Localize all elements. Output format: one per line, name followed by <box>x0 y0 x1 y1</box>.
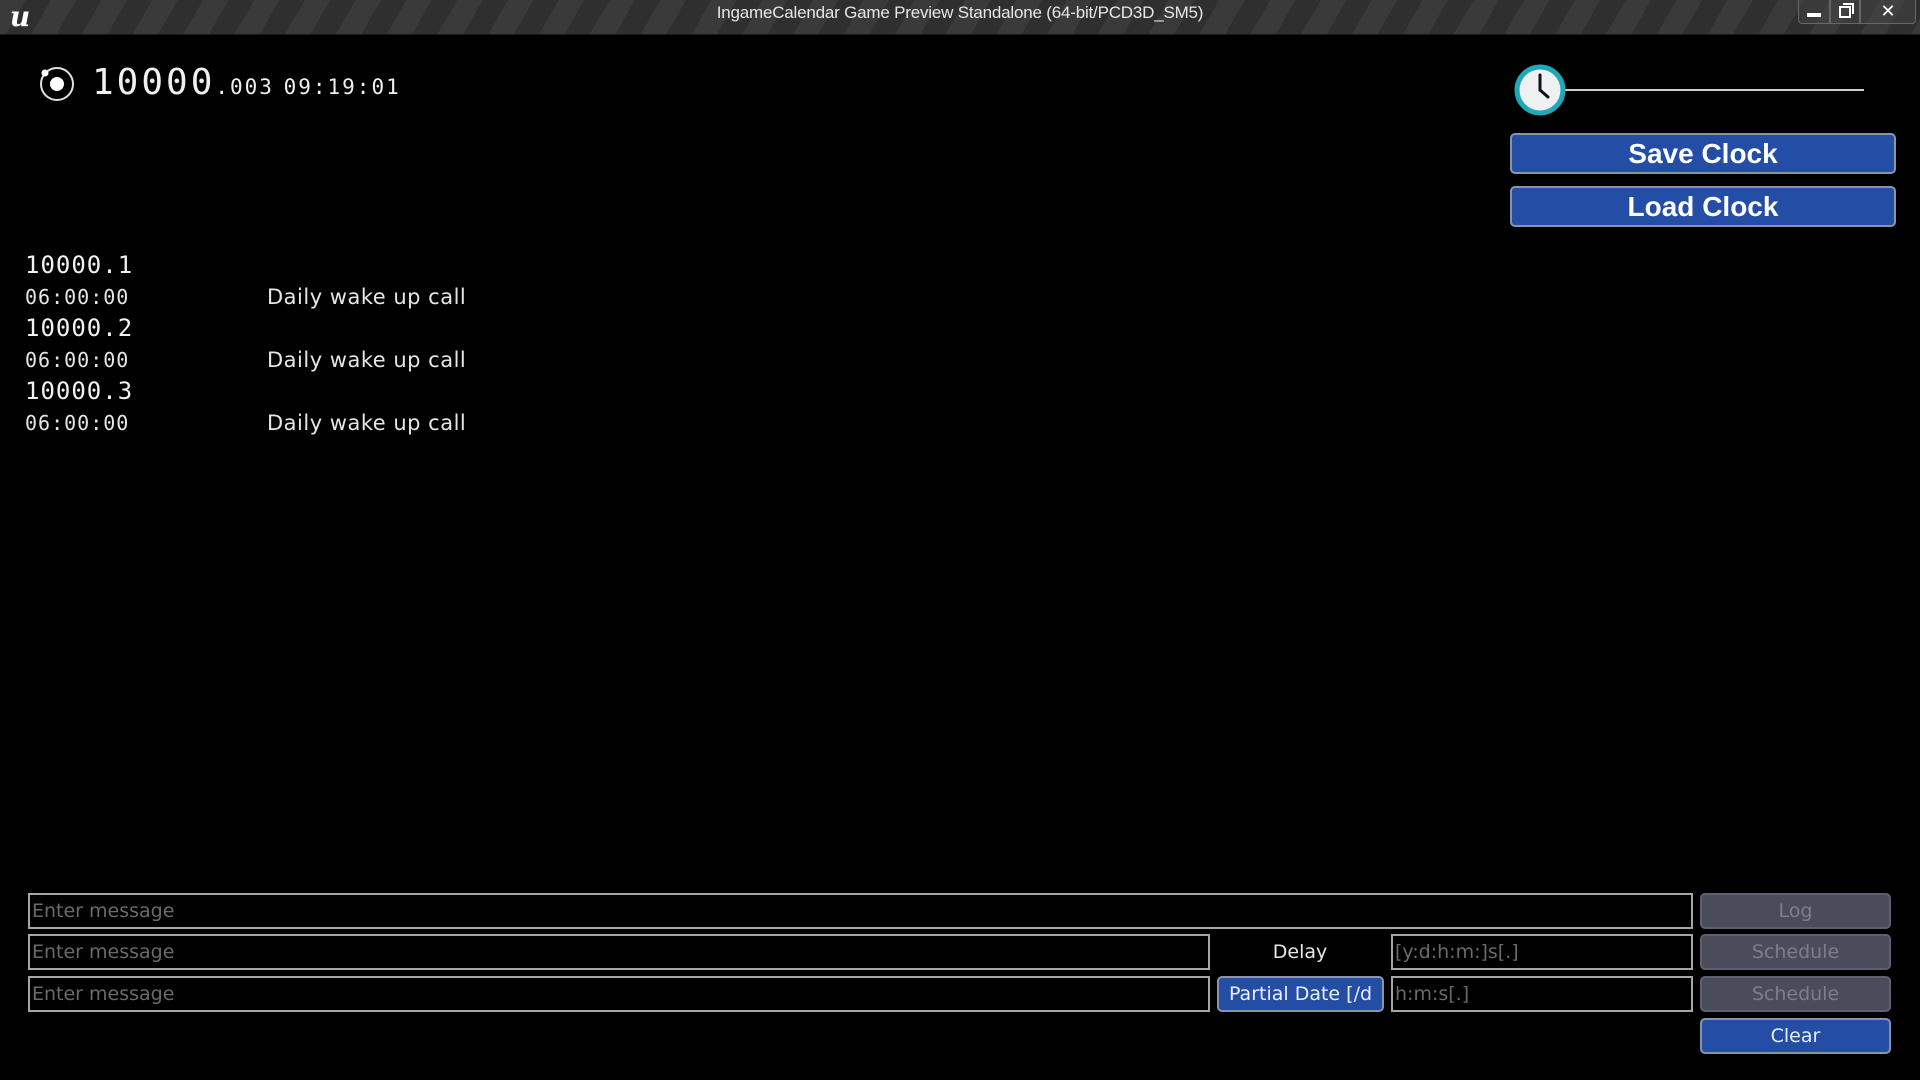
clear-button[interactable]: Clear <box>1700 1018 1891 1054</box>
event-time: 06:00:00 <box>25 285 130 309</box>
event-time: 06:00:00 <box>25 348 130 372</box>
log-message-field[interactable] <box>28 893 1693 929</box>
slider-track[interactable] <box>1562 89 1864 91</box>
close-icon: ✕ <box>1880 1 1896 22</box>
event-item: 10000.1 06:00:00 Daily wake up call <box>25 250 466 313</box>
schedule-partial-button[interactable]: Schedule <box>1700 976 1891 1012</box>
partial-time-input[interactable] <box>1395 978 1691 1010</box>
delay-duration-field[interactable] <box>1391 934 1693 970</box>
load-clock-button[interactable]: Load Clock <box>1510 186 1896 227</box>
minimize-button[interactable] <box>1798 0 1830 24</box>
delay-label: Delay <box>1272 941 1328 963</box>
clock-icon[interactable] <box>1514 64 1566 116</box>
partial-message-field[interactable] <box>28 976 1210 1012</box>
event-description: Daily wake up call <box>267 348 467 372</box>
event-time: 06:00:00 <box>25 411 130 435</box>
log-button[interactable]: Log <box>1700 893 1891 929</box>
event-date: 10000.1 <box>25 251 134 279</box>
restore-button[interactable] <box>1830 0 1860 24</box>
save-clock-button[interactable]: Save Clock <box>1510 133 1896 174</box>
minimize-icon <box>1807 12 1821 17</box>
orbit-icon <box>40 67 74 101</box>
partial-date-mode-button[interactable]: Partial Date [/d <box>1217 976 1384 1012</box>
window-title: IngameCalendar Game Preview Standalone (… <box>716 3 1204 22</box>
event-description: Daily wake up call <box>267 285 467 309</box>
clock-time: 09:19:01 <box>283 75 401 99</box>
game-clock-readout: 10000.003 09:19:01 <box>92 62 401 103</box>
log-message-input[interactable] <box>32 895 1691 927</box>
event-item: 10000.3 06:00:00 Daily wake up call <box>25 376 466 439</box>
event-item: 10000.2 06:00:00 Daily wake up call <box>25 313 466 376</box>
delay-message-input[interactable] <box>32 936 1208 968</box>
window-titlebar[interactable]: u IngameCalendar Game Preview Standalone… <box>0 0 1920 35</box>
event-date: 10000.3 <box>25 377 134 405</box>
restore-icon <box>1839 2 1854 18</box>
delay-duration-input[interactable] <box>1395 936 1691 968</box>
clock-day: .003 <box>215 75 274 99</box>
schedule-delay-button[interactable]: Schedule <box>1700 934 1891 970</box>
event-date: 10000.2 <box>25 314 134 342</box>
partial-time-field[interactable] <box>1391 976 1693 1012</box>
event-description: Daily wake up call <box>267 411 467 435</box>
time-scale-slider[interactable] <box>1512 62 1872 118</box>
window-controls: ✕ <box>1798 0 1916 24</box>
event-list: 10000.1 06:00:00 Daily wake up call 1000… <box>25 250 466 439</box>
partial-message-input[interactable] <box>32 978 1208 1010</box>
close-button[interactable]: ✕ <box>1860 0 1916 24</box>
delay-message-field[interactable] <box>28 934 1210 970</box>
clock-year: 10000 <box>92 62 216 103</box>
